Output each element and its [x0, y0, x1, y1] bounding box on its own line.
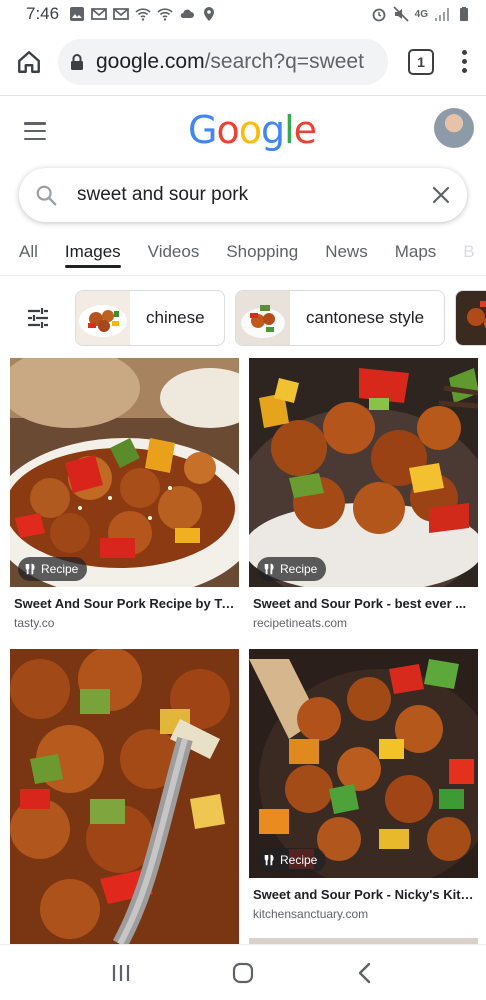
home-nav-button[interactable]: [223, 953, 263, 993]
recent-apps-icon: [112, 964, 130, 981]
badge-label: Recipe: [280, 853, 318, 867]
avatar[interactable]: [434, 108, 474, 148]
battery-icon: [460, 7, 468, 21]
url-host: google.com: [96, 49, 205, 73]
chip-thumbnail: [236, 291, 290, 345]
result-source: kitchensanctuary.com: [253, 907, 369, 921]
recipe-badge: Recipe: [257, 848, 327, 872]
status-time: 7:46: [26, 4, 60, 23]
food-image: [249, 358, 478, 587]
chip-thumbnail: [456, 291, 486, 345]
suggestion-chips: chinese cantonese style: [0, 288, 486, 348]
back-icon: [358, 962, 371, 983]
home-nav-icon: [232, 962, 254, 983]
badge-label: Recipe: [280, 562, 318, 576]
logo-letter: o: [216, 108, 239, 152]
tab-shopping[interactable]: Shopping: [226, 228, 298, 275]
tab-news[interactable]: News: [325, 228, 368, 275]
result-title[interactable]: Sweet and Sour Pork - best ever ...: [249, 596, 478, 611]
chip-label: cantonese style: [306, 308, 425, 327]
browser-toolbar: google.com/search?q=sweet 1: [0, 28, 486, 96]
tab-maps[interactable]: Maps: [395, 228, 437, 275]
more-menu-button[interactable]: [454, 47, 474, 77]
tab-all[interactable]: All: [19, 228, 38, 275]
image-result[interactable]: Recipe Sweet and Sour Pork - best ever .…: [249, 358, 478, 630]
menu-dot: [461, 59, 467, 64]
result-title[interactable]: Sweet And Sour Pork Recipe by Ta...: [10, 596, 239, 611]
food-image: [249, 649, 478, 878]
google-logo[interactable]: Google: [188, 108, 317, 152]
hamburger-line: [24, 129, 46, 133]
recipe-badge: Recipe: [18, 557, 88, 581]
tab-videos[interactable]: Videos: [148, 228, 200, 275]
close-icon[interactable]: [431, 185, 451, 205]
badge-label: Recipe: [41, 562, 79, 576]
address-bar[interactable]: google.com/search?q=sweet: [58, 38, 388, 85]
signal-icon: [435, 8, 449, 21]
fork-knife-icon: [25, 563, 35, 575]
search-icon[interactable]: [35, 184, 57, 206]
logo-letter: o: [238, 108, 262, 152]
logo-letter: l: [284, 108, 295, 152]
result-image[interactable]: Recipe: [10, 358, 239, 587]
food-image: [10, 649, 239, 944]
logo-letter: e: [293, 108, 317, 152]
search-tabs: All Images Videos Shopping News Maps B: [0, 228, 486, 276]
recent-apps-button[interactable]: [101, 953, 141, 993]
search-box: [19, 168, 467, 222]
status-bar: 7:46 4G: [0, 0, 486, 28]
notification-icons: [69, 6, 217, 22]
photo-app-icon: [70, 7, 85, 21]
wifi-alt-icon: [157, 8, 173, 21]
food-image: [10, 358, 239, 587]
url-path: /search?q=sweet: [204, 49, 364, 73]
cloud-icon: [180, 9, 195, 18]
network-type: 4G: [414, 8, 428, 20]
alarm-icon: [372, 8, 386, 22]
lock-icon: [71, 53, 83, 70]
result-image[interactable]: Recipe: [249, 358, 478, 587]
filter-icon[interactable]: [26, 306, 50, 330]
chip-next[interactable]: [455, 290, 486, 346]
chip-thumbnail: [76, 291, 130, 345]
hamburger-menu-icon[interactable]: [24, 122, 46, 140]
wifi-icon: [135, 8, 151, 21]
fork-knife-icon: [264, 854, 274, 866]
back-button[interactable]: [345, 953, 385, 993]
result-title[interactable]: Sweet and Sour Pork - Nicky's Kitc...: [249, 887, 478, 902]
recipe-badge: Recipe: [257, 557, 327, 581]
result-image[interactable]: Recipe: [249, 649, 478, 878]
chip-label: chinese: [146, 308, 205, 327]
result-source: recipetineats.com: [253, 616, 348, 630]
system-icons: 4G: [371, 6, 472, 22]
home-button[interactable]: [12, 45, 46, 79]
mute-icon: [393, 6, 409, 22]
logo-letter: G: [188, 108, 217, 152]
image-result[interactable]: Recipe Sweet And Sour Pork Recipe by Ta.…: [10, 358, 239, 630]
tab-images[interactable]: Images: [64, 228, 121, 275]
chip-cantonese-style[interactable]: cantonese style: [235, 290, 445, 346]
image-result[interactable]: [10, 649, 239, 944]
url-text: google.com/search?q=sweet: [96, 50, 364, 74]
gmail-icon: [91, 8, 107, 20]
result-source: tasty.co: [14, 616, 55, 630]
image-result[interactable]: Recipe Sweet and Sour Pork - Nicky's Kit…: [249, 649, 478, 921]
fork-knife-icon: [264, 563, 274, 575]
chip-chinese[interactable]: chinese: [75, 290, 225, 346]
system-nav-bar: [0, 944, 486, 1000]
hamburger-line: [24, 137, 46, 140]
search-input[interactable]: [77, 184, 431, 206]
tab-switcher-button[interactable]: 1: [408, 48, 434, 75]
google-header: Google: [0, 96, 486, 168]
home-icon: [18, 50, 40, 73]
location-icon: [204, 7, 215, 21]
menu-dot: [461, 68, 467, 73]
result-image[interactable]: [10, 649, 239, 944]
logo-letter: g: [260, 108, 285, 152]
hamburger-line: [24, 122, 46, 125]
tab-more[interactable]: B: [463, 228, 474, 275]
menu-dot: [461, 50, 467, 55]
gmail-icon-2: [113, 8, 129, 20]
